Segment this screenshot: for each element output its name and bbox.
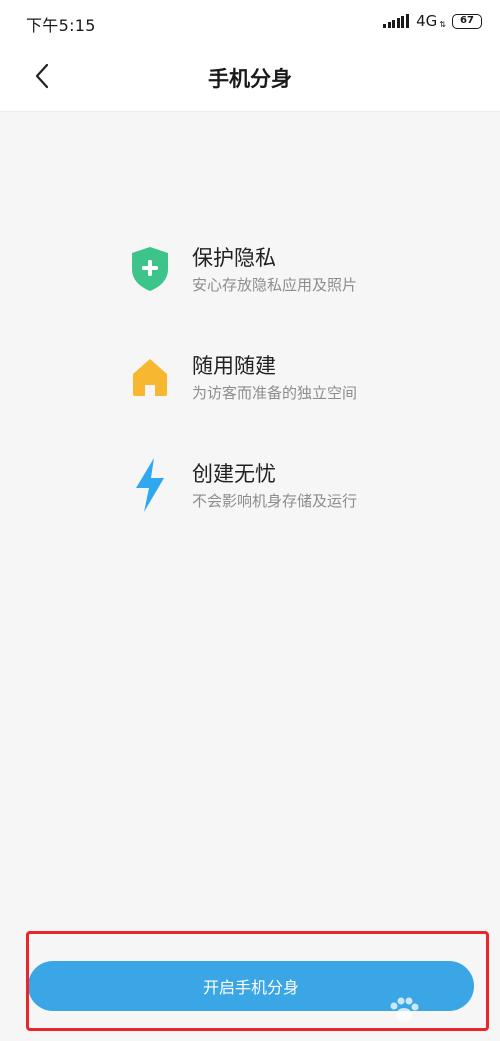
shield-plus-icon (128, 244, 172, 294)
feature-title: 随用随建 (192, 354, 276, 378)
signal-icon (383, 14, 410, 28)
paw-icon (390, 997, 419, 1022)
page-title: 手机分身 (208, 67, 292, 91)
feature-title: 保护隐私 (192, 246, 276, 270)
battery-level: 67 (460, 15, 474, 26)
feature-desc: 不会影响机身存储及运行 (192, 492, 358, 510)
feature-desc: 为访客而准备的独立空间 (192, 384, 358, 402)
screen: 下午5:15 4G ⇅ 67 手机分身 保护隐私 安心存放隐私应用及照片 随用随… (0, 0, 500, 1041)
data-arrows-icon: ⇅ (439, 19, 446, 29)
network-type: 4G (416, 12, 438, 30)
top-bar: 下午5:15 4G ⇅ 67 手机分身 (0, 0, 500, 112)
feature-item-worry-free: 创建无忧 不会影响机身存储及运行 (0, 448, 500, 556)
feature-item-guest: 随用随建 为访客而准备的独立空间 (0, 340, 500, 448)
header: 手机分身 (0, 44, 500, 112)
feature-list: 保护隐私 安心存放隐私应用及照片 随用随建 为访客而准备的独立空间 创建无忧 不… (0, 232, 500, 556)
battery-icon: 67 (452, 13, 482, 29)
lightning-icon (128, 458, 172, 512)
house-icon (128, 352, 172, 402)
watermark-logo (384, 990, 494, 1030)
status-bar: 下午5:15 4G ⇅ 67 (0, 0, 500, 44)
feature-desc: 安心存放隐私应用及照片 (192, 276, 358, 294)
feature-item-privacy: 保护隐私 安心存放隐私应用及照片 (0, 232, 500, 340)
status-time: 下午5:15 (26, 16, 96, 35)
status-indicators: 4G ⇅ 67 (383, 11, 482, 31)
feature-title: 创建无忧 (192, 462, 276, 486)
